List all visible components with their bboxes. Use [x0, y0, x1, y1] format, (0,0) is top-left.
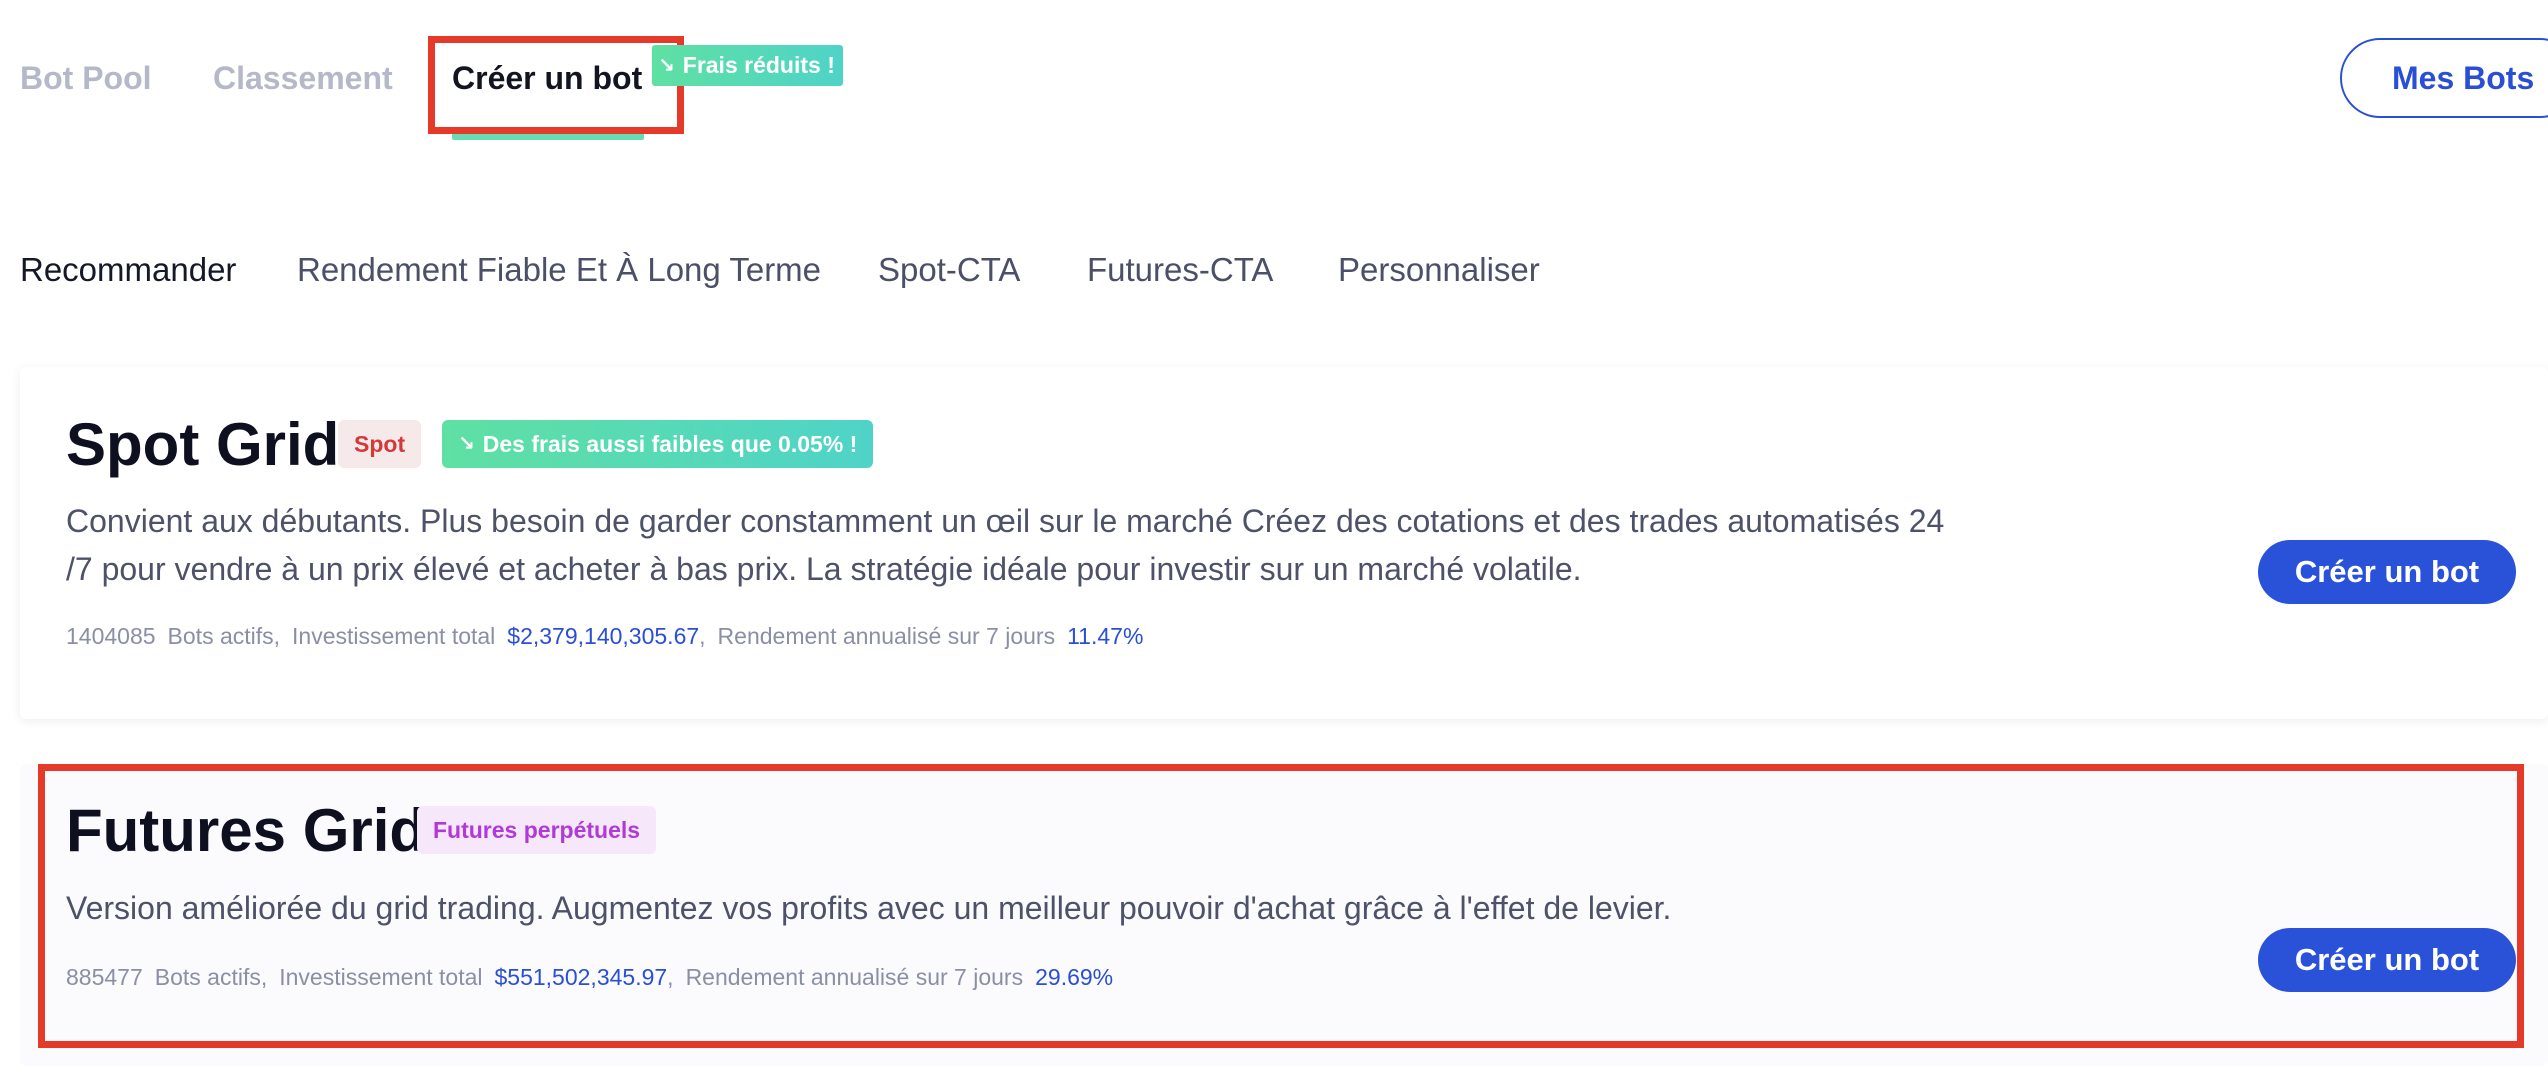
card-description: Convient aux débutants. Plus besoin de g… [66, 497, 1944, 593]
card-stats: 1404085 Bots actifs, Investissement total $… [66, 621, 1155, 651]
tag-spot: Spot [338, 420, 422, 468]
active-bots-count: 1404085 [66, 623, 156, 649]
my-bots-button[interactable]: Mes Bots [2340, 38, 2548, 118]
investment-value: $2,379,140,305.67 [507, 623, 700, 649]
stat-separator: , [699, 623, 706, 649]
category-tab-personnaliser[interactable]: Personnaliser [1338, 248, 1540, 292]
promo-badge-label: Frais réduits ! [682, 52, 835, 78]
category-tab-futures-cta[interactable]: Futures-CTA [1087, 248, 1273, 292]
category-tab-spot-cta[interactable]: Spot-CTA [878, 248, 1020, 292]
top-nav: Bot Pool Classement Créer un bot ↘ Frais… [0, 0, 2548, 150]
yield-value: 11.47% [1067, 623, 1144, 649]
fee-badge-label: Des frais aussi faibles que 0.05% ! [482, 431, 858, 457]
category-tab-rendement[interactable]: Rendement Fiable Et À Long Terme [297, 248, 821, 292]
description-line: /7 pour vendre à un prix élevé et achete… [66, 551, 1582, 587]
tab-bot-pool[interactable]: Bot Pool [20, 56, 152, 100]
category-tab-recommander[interactable]: Recommander [20, 248, 236, 292]
card-title: Spot Grid [66, 411, 340, 478]
trend-down-icon: ↘ [658, 54, 675, 77]
tab-classement[interactable]: Classement [213, 56, 393, 100]
card-highlight-box [38, 764, 2524, 1048]
trend-down-icon: ↘ [458, 433, 475, 455]
fee-badge: ↘ Des frais aussi faibles que 0.05% ! [442, 420, 874, 468]
tab-highlight-box [428, 36, 684, 134]
promo-badge: ↘ Frais réduits ! [652, 45, 843, 86]
create-bot-button[interactable]: Créer un bot [2258, 540, 2516, 604]
investment-label: Investissement total [292, 623, 496, 649]
bot-card-spot-grid: Spot Grid Spot ↘ Des frais aussi faibles… [20, 367, 2548, 719]
description-line: Convient aux débutants. Plus besoin de g… [66, 503, 1945, 539]
yield-label: Rendement annualisé sur 7 jours [717, 623, 1056, 649]
active-bots-label: Bots actifs, [167, 623, 281, 649]
